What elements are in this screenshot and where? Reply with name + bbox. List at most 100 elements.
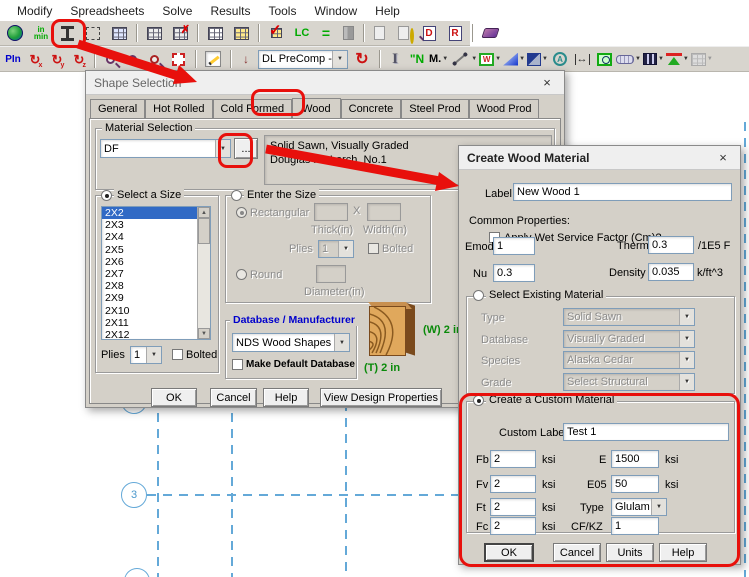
pin-label[interactable]: PIn [3, 48, 23, 70]
bolted-checkbox[interactable] [172, 349, 183, 360]
size-item[interactable]: 2X10 [102, 305, 210, 317]
apply-load-icon[interactable]: ↓ [236, 48, 256, 70]
load-combo-select[interactable]: DL PreComp - Pr ▼ [258, 50, 348, 69]
size-item[interactable]: 2X12 [102, 329, 210, 340]
section-box-icon[interactable] [81, 22, 105, 44]
menu-results[interactable]: Results [201, 2, 259, 20]
dimension-icon[interactable]: ↔ [572, 48, 592, 70]
tab-hot-rolled[interactable]: Hot Rolled [145, 99, 212, 118]
label-input[interactable] [513, 183, 732, 201]
load-combination-icon[interactable]: LC [290, 22, 314, 44]
cancel-button[interactable]: Cancel [553, 543, 601, 562]
draw-members-group[interactable]: ▼ [450, 48, 477, 70]
grid-toggle-group[interactable]: ▼ [691, 53, 713, 66]
zoom-selection-icon[interactable] [594, 48, 614, 70]
zoom-out-icon[interactable]: - [122, 48, 142, 70]
area-load-group[interactable]: ▼ [503, 53, 525, 66]
tab-cold-formed[interactable]: Cold Formed [213, 99, 293, 118]
menu-tools[interactable]: Tools [259, 2, 305, 20]
create-wood-material-titlebar[interactable]: Create Wood Material × [459, 146, 740, 170]
e-input[interactable] [611, 450, 659, 468]
menu-window[interactable]: Window [305, 2, 366, 20]
scroll-thumb[interactable] [198, 218, 210, 244]
grid-bubble-3[interactable]: 3 [121, 482, 147, 508]
delete-spreadsheet-icon[interactable]: ✗ [168, 22, 192, 44]
select-size-radio[interactable] [101, 190, 112, 201]
material-select[interactable]: DF▼ [100, 139, 231, 158]
chevron-down-icon[interactable]: ▼ [471, 56, 477, 62]
chevron-down-icon[interactable]: ▼ [332, 51, 347, 68]
custom-label-input[interactable] [563, 423, 729, 441]
render-members-icon[interactable]: I [385, 48, 405, 70]
rotate-z-icon[interactable]: ↻z [69, 48, 89, 70]
scroll-down-icon[interactable]: ▼ [198, 328, 210, 339]
chevron-down-icon[interactable]: ▼ [519, 56, 525, 62]
design-d-icon[interactable]: D [417, 22, 441, 44]
tab-wood-prod[interactable]: Wood Prod [469, 99, 540, 118]
chevron-down-icon[interactable]: ▼ [658, 56, 664, 62]
design-r-icon[interactable]: R [443, 22, 467, 44]
ruler-group[interactable]: ▼ [616, 55, 641, 64]
select-existing-radio[interactable] [473, 290, 484, 301]
exit-door-icon[interactable] [338, 22, 358, 44]
member-labels-group[interactable]: M.▼ [429, 53, 448, 65]
menu-help[interactable]: Help [366, 2, 409, 20]
chevron-down-icon[interactable]: ▼ [334, 334, 349, 351]
close-icon[interactable]: × [714, 150, 732, 165]
chevron-down-icon[interactable]: ▼ [635, 56, 641, 62]
chevron-down-icon[interactable]: ▼ [651, 499, 666, 515]
tab-concrete[interactable]: Concrete [341, 99, 402, 118]
size-item[interactable]: 2X7 [102, 268, 210, 280]
database-select[interactable]: NDS Wood Shapes▼ [232, 333, 350, 352]
help-book-icon[interactable] [478, 22, 502, 44]
shape-selection-titlebar[interactable]: Shape Selection × [86, 71, 564, 95]
grid-spreadsheet-icon[interactable] [107, 22, 131, 44]
cfkz-input[interactable] [611, 517, 659, 535]
zoom-extents-icon[interactable] [166, 48, 190, 70]
help-button[interactable]: Help [659, 543, 707, 562]
units-icon[interactable]: inmin [29, 22, 53, 44]
report-icon[interactable] [369, 22, 389, 44]
rotate-y-icon[interactable]: ↻y [47, 48, 67, 70]
solve-check-icon[interactable]: ✓ [264, 22, 288, 44]
enter-size-radio[interactable] [231, 190, 242, 201]
density-input[interactable] [648, 263, 694, 281]
help-button[interactable]: Help [263, 388, 309, 407]
size-item[interactable]: 2X11 [102, 317, 210, 329]
chevron-down-icon[interactable]: ▼ [442, 56, 448, 62]
open-spreadsheet-icon[interactable] [142, 22, 166, 44]
switch-loads-icon[interactable]: ↻ [350, 48, 374, 70]
make-default-checkbox[interactable] [232, 359, 243, 370]
menu-modify[interactable]: Modify [8, 2, 61, 20]
menu-spreadsheets[interactable]: Spreadsheets [61, 2, 153, 20]
chevron-down-icon[interactable]: ▼ [683, 56, 689, 62]
tab-steel-prod[interactable]: Steel Prod [401, 99, 468, 118]
ok-button[interactable]: OK [484, 543, 534, 562]
report-preview-icon[interactable] [391, 22, 415, 44]
draw-member-ibeam-icon[interactable] [55, 22, 79, 44]
rotate-x-icon[interactable]: ↻x [25, 48, 45, 70]
close-icon[interactable]: × [538, 75, 556, 90]
view-design-properties-button[interactable]: View Design Properties [320, 388, 442, 407]
units-button[interactable]: Units [606, 543, 654, 562]
size-item[interactable]: 2X5 [102, 244, 210, 256]
compass-icon[interactable]: A [550, 48, 570, 70]
listbox-scrollbar[interactable]: ▲ ▼ [197, 207, 210, 339]
edit-drawing-icon[interactable] [201, 48, 225, 70]
fv-input[interactable] [490, 475, 536, 493]
chevron-down-icon[interactable]: ▼ [215, 140, 230, 157]
scroll-up-icon[interactable]: ▲ [198, 207, 210, 218]
zoom-in-icon[interactable]: + [100, 48, 120, 70]
ok-button[interactable]: OK [151, 388, 197, 407]
node-labels-icon[interactable]: "N [407, 48, 427, 70]
size-item[interactable]: 2X9 [102, 292, 210, 304]
tab-general[interactable]: General [90, 99, 145, 118]
size-item[interactable]: 2X3 [102, 219, 210, 231]
therm-input[interactable] [648, 236, 694, 254]
fb-input[interactable] [490, 450, 536, 468]
size-item[interactable]: 2X4 [102, 231, 210, 243]
size-item[interactable]: 2X8 [102, 280, 210, 292]
data-entry-grid-icon[interactable] [229, 22, 253, 44]
globe-icon[interactable] [3, 22, 27, 44]
browse-material-button[interactable]: ... [234, 138, 258, 159]
